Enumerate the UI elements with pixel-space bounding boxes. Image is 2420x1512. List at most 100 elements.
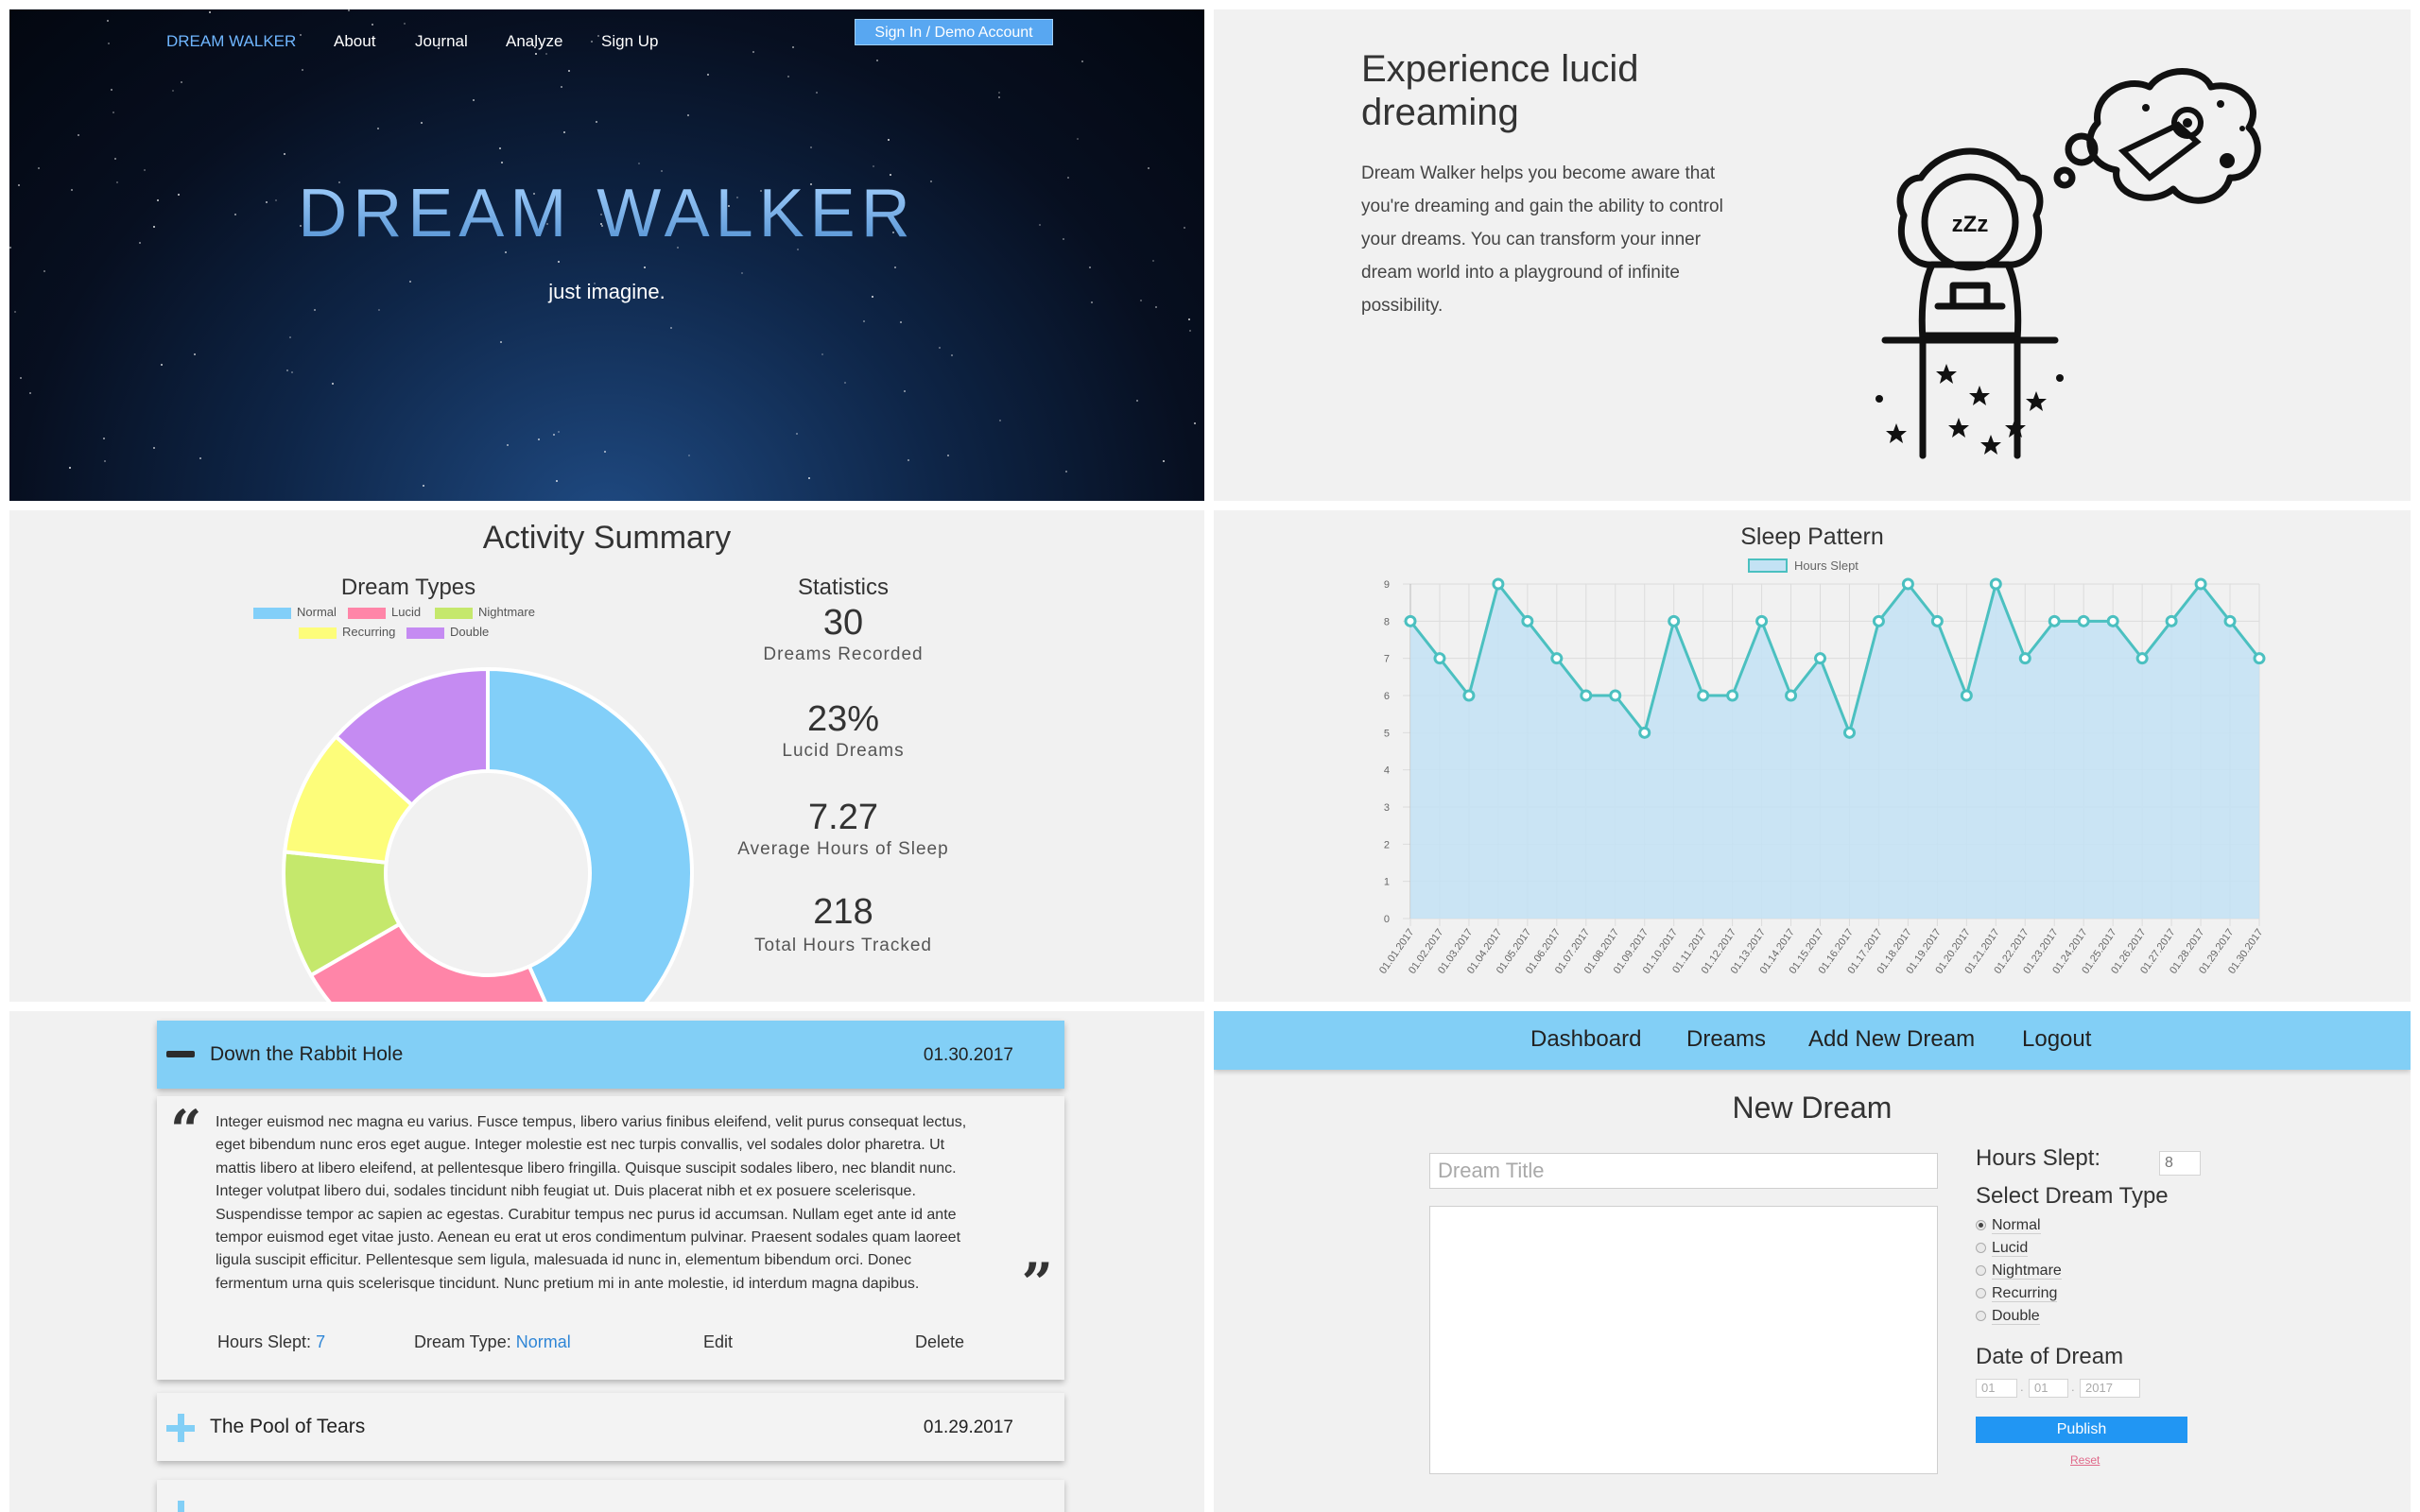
star-dot [741, 272, 743, 274]
expand-plus-icon[interactable] [166, 1414, 195, 1442]
data-point-01.29.2017 [2223, 614, 2237, 627]
dream-type-value: Normal [515, 1332, 571, 1351]
star-dot [999, 420, 1001, 421]
star-dot [894, 266, 896, 268]
star-dot [556, 480, 558, 482]
nav-logout[interactable]: Logout [2022, 1026, 2091, 1053]
star-dot [844, 382, 846, 384]
entry-header-collapsed[interactable]: The Pool of Tears 01.29.2017 [157, 1393, 1064, 1461]
hero-title: DREAM WALKER [9, 175, 1204, 252]
star-dot [568, 70, 570, 72]
y-tick-label: 1 [1384, 877, 1390, 888]
edit-button[interactable]: Edit [703, 1332, 733, 1352]
hero-subtitle: just imagine. [548, 280, 666, 303]
hours-slept-input[interactable] [2159, 1151, 2201, 1176]
data-point-01.09.2017 [1638, 726, 1651, 739]
sleep-pattern-panel: Sleep Pattern Hours Slept 0 1 2 3 4 5 6 7 8 9 01.01… [1214, 510, 2411, 1002]
star-dot [104, 460, 106, 462]
dream-title-input[interactable] [1429, 1153, 1938, 1189]
entry-dream-type: Dream Type: Normal [414, 1332, 571, 1352]
radio-icon[interactable] [1976, 1288, 1986, 1299]
star-dot [1065, 471, 1067, 472]
star-dot [1194, 422, 1196, 424]
y-tick-label: 8 [1384, 616, 1390, 627]
radio-icon[interactable] [1976, 1243, 1986, 1254]
entry-hours: Hours Slept: 7 [217, 1332, 325, 1352]
star-dot [161, 364, 163, 366]
entry-text-line: Integer euismod nec magna eu varius. Fus… [216, 1114, 967, 1130]
data-point-01.05.2017 [1521, 614, 1534, 627]
entry-text-line: mattis libero at libero eleifend, at pel… [216, 1160, 957, 1177]
intro-heading-line2: dreaming [1361, 92, 1519, 133]
nav-signup[interactable]: Sign Up [601, 32, 658, 51]
star-dot [638, 163, 640, 164]
date-month-input[interactable]: 01 [1976, 1379, 2017, 1398]
nav-about[interactable]: About [334, 32, 375, 51]
star-dot [289, 336, 291, 338]
date-year-input[interactable]: 2017 [2080, 1379, 2140, 1398]
data-point-01.11.2017 [1697, 689, 1710, 702]
entry-text-line: ligula suscipit efficitur. Pellentesque … [216, 1252, 912, 1269]
star-dot [900, 321, 902, 323]
star-dot [1148, 167, 1150, 169]
data-point-01.28.2017 [2194, 577, 2207, 591]
expand-plus-icon[interactable] [166, 1501, 195, 1512]
dream-body-textarea[interactable] [1429, 1206, 1938, 1474]
star-dot [1163, 460, 1165, 462]
star-dot [787, 76, 789, 77]
data-point-01.26.2017 [2135, 652, 2149, 665]
radio-lucid[interactable]: Lucid [1976, 1240, 2029, 1257]
star-dot [661, 170, 663, 172]
star-dot [538, 438, 540, 440]
entry-header-collapsed[interactable] [157, 1480, 1064, 1512]
star-dot [423, 485, 424, 487]
star-dot [1189, 330, 1191, 332]
nav-analyze[interactable]: Analyze [506, 32, 562, 51]
data-point-01.30.2017 [2253, 652, 2266, 665]
star-dot [43, 270, 45, 272]
radio-nightmare[interactable]: Nightmare [1976, 1263, 2062, 1280]
radio-icon[interactable] [1976, 1311, 1986, 1322]
data-point-01.16.2017 [1842, 726, 1856, 739]
data-point-01.23.2017 [2048, 614, 2061, 627]
radio-double[interactable]: Double [1976, 1308, 2040, 1325]
date-day-input[interactable]: 01 [2029, 1379, 2068, 1398]
star-dot [558, 261, 560, 263]
nav-journal[interactable]: Journal [415, 32, 468, 51]
new-dream-panel: Dashboard Dreams Add New Dream Logout Ne… [1214, 1011, 2411, 1512]
radio-label: Double [1992, 1308, 2040, 1325]
reset-link[interactable]: Reset [2070, 1453, 2100, 1467]
intro-line: possibility. [1361, 296, 1443, 316]
star-dot [302, 69, 303, 71]
stat-avg-sleep-label: Average Hours of Sleep [737, 839, 949, 859]
publish-button[interactable]: Publish [1976, 1417, 2187, 1443]
radio-selected-icon[interactable] [1976, 1220, 1986, 1231]
star-dot [20, 377, 22, 379]
nav-add-new-dream[interactable]: Add New Dream [1808, 1026, 1975, 1053]
entry-text-line: Integer volutpat libero dui, sodales tin… [216, 1183, 916, 1200]
radio-normal[interactable]: Normal [1976, 1217, 2041, 1234]
nav-dashboard[interactable]: Dashboard [1530, 1026, 1641, 1053]
delete-button[interactable]: Delete [915, 1332, 964, 1352]
star-dot [908, 459, 909, 461]
star-dot [501, 162, 503, 163]
y-tick-label: 9 [1384, 579, 1390, 591]
radio-recurring[interactable]: Recurring [1976, 1285, 2058, 1302]
star-dot [796, 433, 798, 435]
stat-lucid-value: 23% [806, 699, 880, 739]
star-dot [14, 311, 16, 313]
brand-link[interactable]: DREAM WALKER [166, 32, 296, 51]
star-dot [596, 121, 597, 123]
signin-demo-button[interactable]: Sign In / Demo Account [855, 19, 1053, 45]
collapse-icon[interactable] [166, 1051, 195, 1057]
date-of-dream-label: Date of Dream [1976, 1344, 2124, 1369]
star-dot [561, 86, 562, 88]
star-dot [69, 467, 71, 469]
nav-dreams[interactable]: Dreams [1686, 1026, 1766, 1053]
open-quote-icon: “ [170, 1098, 202, 1162]
star-dot [1188, 318, 1190, 320]
star-dot [998, 92, 1000, 94]
star-dot [876, 60, 878, 61]
radio-icon[interactable] [1976, 1265, 1986, 1277]
entry-header-expanded[interactable]: Down the Rabbit Hole 01.30.2017 [157, 1021, 1064, 1089]
